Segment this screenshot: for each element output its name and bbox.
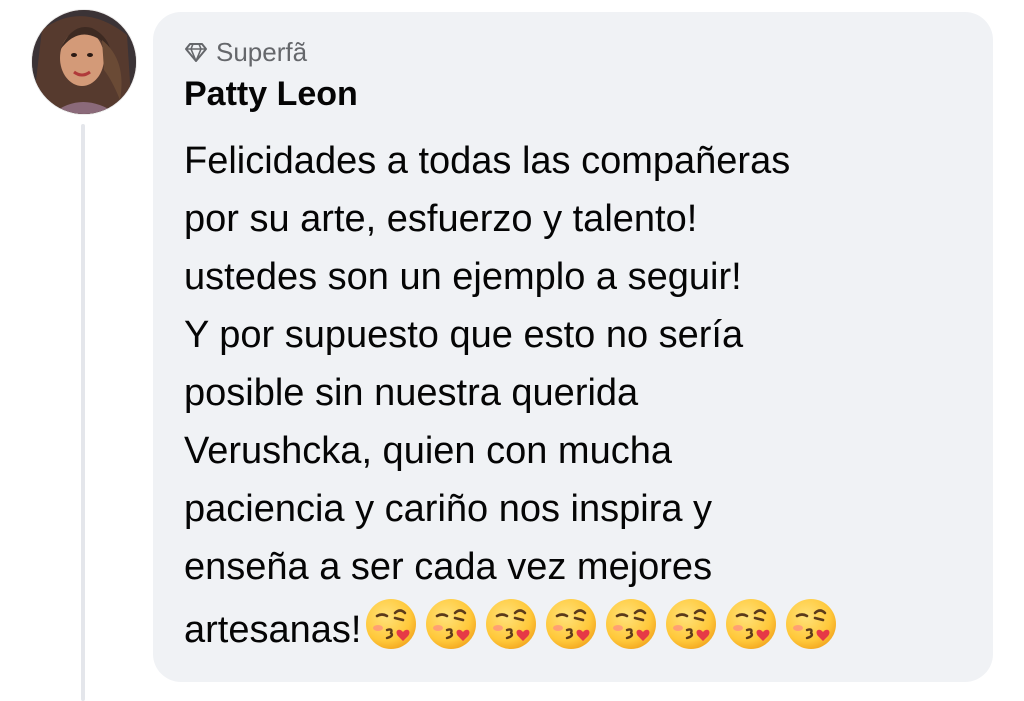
kissing-face-emoji-icon — [663, 596, 719, 652]
emoji-row — [363, 596, 839, 652]
kissing-face-emoji-icon — [723, 596, 779, 652]
badge-label: Superfã — [216, 36, 308, 67]
comment-line: ustedes son un ejemplo a seguir! — [184, 256, 742, 298]
comment-text: Felicidades a todas las compañeras por s… — [184, 132, 963, 659]
kissing-face-emoji-icon — [783, 596, 839, 652]
kissing-face-emoji-icon — [363, 596, 419, 652]
thread-line — [81, 124, 85, 701]
kissing-face-emoji-icon — [483, 596, 539, 652]
comment-line: por su arte, esfuerzo y talento! — [184, 198, 698, 240]
comment-line: artesanas! — [184, 609, 362, 651]
comment-line: paciencia y cariño nos inspira y — [184, 488, 713, 530]
kissing-face-emoji-icon — [543, 596, 599, 652]
author-name[interactable]: Patty Leon — [184, 74, 963, 114]
comment-line: Felicidades a todas las compañeras — [184, 140, 791, 182]
comment-line: posible sin nuestra querida — [184, 372, 639, 414]
kissing-face-emoji-icon — [603, 596, 659, 652]
comment-bubble: Superfã Patty Leon Felicidades a todas l… — [153, 12, 993, 682]
top-fan-badge: Superfã — [184, 36, 963, 68]
comment-line: Y por supuesto que esto no sería — [184, 314, 744, 356]
avatar-image — [32, 10, 136, 114]
comment-line: Verushcka, quien con mucha — [184, 430, 672, 472]
diamond-icon — [184, 40, 208, 64]
kissing-face-emoji-icon — [423, 596, 479, 652]
comment-line: enseña a ser cada vez mejores — [184, 546, 713, 588]
avatar[interactable] — [32, 10, 136, 114]
